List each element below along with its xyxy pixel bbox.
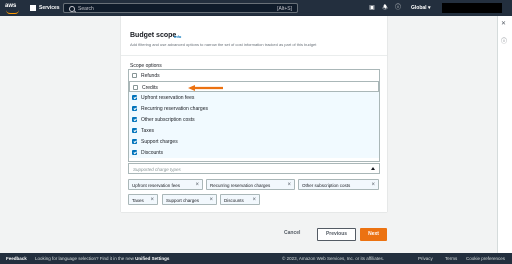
divider [121, 55, 387, 56]
services-menu-button[interactable]: Services [30, 3, 60, 13]
token-label: Recurring reservation charges [210, 182, 271, 188]
option-label: Taxes [141, 127, 155, 134]
search-placeholder: Search [78, 5, 94, 12]
token-label: Support charges [166, 197, 200, 203]
dropdown-placeholder: Supported charge types [133, 166, 181, 172]
token-label: Other subscription costs [302, 182, 351, 188]
remove-icon[interactable]: × [150, 196, 154, 204]
option-discounts[interactable]: Discounts [129, 147, 379, 158]
token-label: Upfront reservation fees [132, 182, 181, 188]
option-taxes[interactable]: Taxes [129, 125, 379, 136]
checkbox[interactable] [132, 73, 137, 78]
option-label: Credits [142, 84, 158, 91]
option-label: Support charges [141, 138, 178, 145]
cloudshell-icon[interactable]: ▣ [368, 4, 376, 12]
search-shortcut: [Alt+S] [277, 5, 292, 12]
top-navigation: aws Services Search [Alt+S] ▣ 🕭 ⓘ ⚙ Glob… [0, 0, 512, 16]
checkbox[interactable] [133, 85, 138, 90]
next-button[interactable]: Next [360, 228, 387, 241]
token-taxes: Taxes × [128, 194, 158, 205]
aws-logo-text: aws [5, 3, 17, 9]
region-selector[interactable]: Global ▾ [411, 3, 430, 13]
remove-icon[interactable]: × [371, 181, 375, 189]
aws-smile-icon [6, 10, 19, 14]
services-label: Services [39, 5, 60, 11]
grid-icon [30, 5, 36, 11]
checkbox[interactable] [132, 139, 137, 144]
option-label: Upfront reservation fees [141, 94, 195, 101]
option-credits[interactable]: Credits [129, 81, 379, 92]
privacy-link[interactable]: Privacy [418, 256, 433, 261]
token-label: Discounts [224, 197, 244, 203]
info-link[interactable]: Info [174, 34, 181, 39]
checkbox[interactable] [132, 150, 137, 155]
aws-logo[interactable]: aws [5, 2, 21, 14]
right-rail: ✕ ⓘ [497, 16, 512, 253]
footer: Feedback Looking for language selection?… [0, 253, 512, 264]
checkbox[interactable] [132, 128, 137, 133]
token-recurring-reservation-charges: Recurring reservation charges × [206, 179, 295, 190]
scope-options-list: Refunds Credits Upfront reservation fees… [128, 69, 380, 162]
cancel-button[interactable]: Cancel [284, 230, 300, 236]
token-label: Taxes [132, 197, 144, 203]
checkbox[interactable] [132, 117, 137, 122]
terms-link[interactable]: Terms [445, 256, 457, 261]
option-support-charges[interactable]: Support charges [129, 136, 379, 147]
charge-types-dropdown[interactable]: Supported charge types [128, 163, 380, 174]
help-icon[interactable]: ⓘ [394, 4, 402, 12]
section-description: Add filtering and use advanced options t… [130, 42, 317, 47]
remove-icon[interactable]: × [209, 196, 213, 204]
checkbox[interactable] [132, 95, 137, 100]
option-label: Recurring reservation charges [141, 105, 208, 112]
option-upfront-reservation-fees[interactable]: Upfront reservation fees [129, 92, 379, 103]
region-label: Global [411, 5, 427, 11]
feedback-link[interactable]: Feedback [6, 256, 27, 261]
previous-button[interactable]: Previous [317, 228, 356, 241]
remove-icon[interactable]: × [195, 181, 199, 189]
token-support-charges: Support charges × [162, 194, 217, 205]
language-prompt: Looking for language selection? Find it … [35, 256, 170, 261]
checkbox[interactable] [132, 106, 137, 111]
token-discounts: Discounts × [220, 194, 260, 205]
caret-up-icon [371, 167, 375, 170]
cookie-preferences-link[interactable]: Cookie preferences [466, 256, 505, 261]
bell-icon[interactable]: 🕭 [381, 4, 389, 12]
token-other-subscription-costs: Other subscription costs × [298, 179, 379, 190]
option-label: Other subscription costs [141, 116, 195, 123]
annotation-arrow-icon [188, 85, 223, 91]
option-recurring-reservation-charges[interactable]: Recurring reservation charges [129, 103, 379, 114]
unified-settings-link[interactable]: Unified Settings [135, 256, 169, 261]
help-panel-icon[interactable]: ⓘ [501, 36, 507, 45]
option-refunds[interactable]: Refunds [129, 70, 379, 81]
search-icon [69, 6, 75, 12]
search-input[interactable]: Search [Alt+S] [63, 3, 298, 13]
option-label: Refunds [141, 72, 160, 79]
option-label: Discounts [141, 149, 163, 156]
copyright: © 2023, Amazon Web Services, Inc. or its… [282, 256, 384, 261]
token-upfront-reservation-fees: Upfront reservation fees × [128, 179, 203, 190]
section-title: Budget scope [130, 32, 177, 39]
close-icon[interactable]: ✕ [501, 20, 506, 27]
remove-icon[interactable]: × [252, 196, 256, 204]
option-other-subscription-costs[interactable]: Other subscription costs [129, 114, 379, 125]
remove-icon[interactable]: × [287, 181, 291, 189]
account-menu[interactable] [442, 3, 502, 13]
